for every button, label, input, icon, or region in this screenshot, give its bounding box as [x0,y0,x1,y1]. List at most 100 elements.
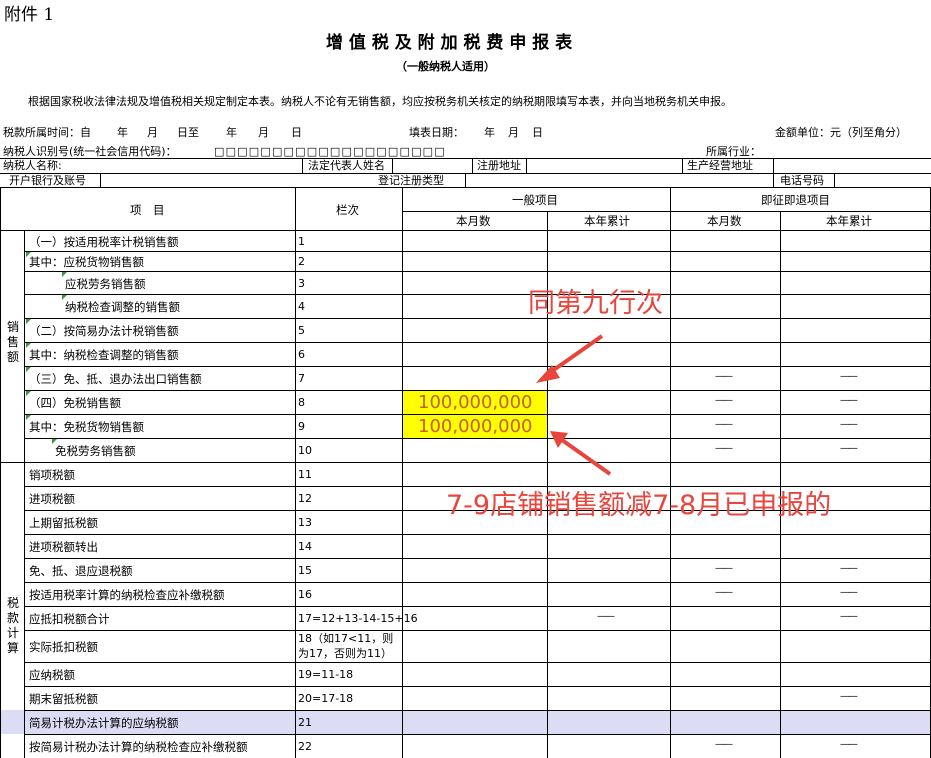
grid-hline [24,462,931,463]
grid-vline [834,173,835,187]
table-row: 销项税额 11 [0,462,931,486]
table-row: （四）免税销售额 8 100,000,000 —— —— [0,390,931,414]
table-row: 其中：应税货物销售额 2 [0,251,931,271]
row-item-label: 进项税额 [29,492,75,506]
table-row: 免、抵、退应退税额 15 —— —— [0,558,931,582]
row-column-number: 8 [298,396,305,409]
grid-vline [392,158,393,173]
period-month2: 月 [258,126,269,139]
row-item-label: 按简易计税办法计算的纳税检查应补缴税额 [29,740,248,754]
na-dash-refund-year: —— [840,739,858,750]
grid-hline [24,606,931,607]
row-column-number: 15 [298,564,312,577]
row-item-label: 应税劳务销售额 [65,277,146,291]
industry-label: 所属行业： [706,145,761,158]
table-row: 期末留抵税额 20=17-18 —— [0,686,931,710]
grid-hline [0,462,24,463]
grid-vline [773,158,774,173]
grid-hline [24,486,931,487]
row-item-label: （三）免、抵、退办法出口销售额 [29,372,202,386]
amount-unit: 金额单位：元（列至角分） [775,126,907,139]
cell-comment-marker [26,252,31,257]
table-row: 应抵扣税额合计 17=12+13-14-15+16 —— —— [0,606,931,630]
row-item-label: （二）按简易办法计税销售额 [29,324,179,338]
table-row: 其中：免税货物销售额 9 100,000,000 —— —— [0,414,931,438]
row-column-number: 14 [298,540,312,553]
table-row: 按适用税率计算的纳税检查应补缴税额 16 —— —— [0,582,931,606]
row-item-label: （一）按适用税率计税销售额 [29,235,179,249]
na-dash-refund-month: —— [715,739,733,750]
header-general: 一般项目 [512,193,558,207]
row-item-label: 应抵扣税额合计 [29,612,110,626]
cell-comment-marker [26,391,31,396]
row-column-number: 3 [298,277,305,290]
na-dash-refund-year: —— [840,611,858,622]
row-column-number: 7 [298,372,305,385]
na-dash-refund-month: —— [715,419,733,430]
grid-hline [24,630,931,631]
grid-hline [24,271,931,272]
row-item-label: 销项税额 [29,468,75,482]
period-year1: 年 [117,126,128,139]
table-row: 其中：纳税检查调整的销售额 6 [0,342,931,366]
reg-address-label: 注册地址 [477,159,521,172]
header-general-month: 本月数 [456,214,491,228]
na-dash-refund-month: —— [715,371,733,382]
row-item-label: 进项税额转出 [29,540,98,554]
grid-hline [24,294,931,295]
row-column-number: 18（如17<11，则为17，否则为11） [298,632,394,660]
taxpayer-id-boxes[interactable]: □□□□□□□□□□□□□□□□□□□□ [214,145,446,158]
header-refund-month: 本月数 [707,214,742,228]
cell-comment-marker [26,415,31,420]
row-column-number: 12 [298,492,312,505]
cell-comment-marker [62,272,67,277]
na-dash-refund-month: —— [715,443,733,454]
grid-hline [24,710,931,711]
bank-account-label: 开户银行及账号 [9,174,86,187]
row-column-number: 20=17-18 [298,692,354,705]
fill-date-day: 日 [532,126,543,139]
na-dash-refund-year: —— [840,691,858,702]
row-item-label: 其中：应税货物销售额 [29,255,144,269]
grid-vline [100,173,101,187]
taxpayer-id-label: 纳税人识别号(统一社会信用代码)： [3,145,177,158]
row-item-label: 其中：纳税检查调整的销售额 [29,348,179,362]
header-refund-year: 本年累计 [826,214,872,228]
grid-hline [24,414,931,415]
phone-label: 电话号码 [780,174,824,187]
grid-vline [0,187,1,758]
cell-comment-marker [62,295,67,300]
row-item-label: 按适用税率计算的纳税检查应补缴税额 [29,588,225,602]
general-month-value[interactable]: 100,000,000 [418,417,533,437]
na-dash-refund-year: —— [840,443,858,454]
grid-hline [24,558,931,559]
reg-type-label: 登记注册类型 [378,174,444,187]
na-dash-refund-month: —— [715,587,733,598]
row-item-label: （四）免税销售额 [29,396,121,410]
row-column-number: 4 [298,300,305,313]
grid-hline [24,251,931,252]
grid-vline [302,158,303,173]
table-row: （二）按简易办法计税销售额 5 [0,318,931,342]
cell-comment-marker [52,439,57,444]
grid-hline [0,187,931,188]
cell-comment-marker [26,343,31,348]
period-day1: 日至 [177,126,199,139]
row-column-number: 9 [298,420,305,433]
cell-comment-marker [26,367,31,372]
grid-vline [295,187,296,758]
general-month-value[interactable]: 100,000,000 [418,393,533,413]
form-title: 增 值 税 及 附 加 税 费 申 报 表 [326,33,573,53]
header-column: 栏次 [336,203,359,217]
fill-date-label: 填表日期： [409,126,464,139]
row-item-label: 实际抵扣税额 [29,640,98,654]
row-item-label: 免、抵、退应退税额 [29,564,133,578]
grid-hline [402,211,931,212]
period-day2: 日 [291,126,302,139]
table-row: 纳税检查调整的销售额 4 [0,294,931,318]
grid-hline [24,662,931,663]
grid-hline [24,390,931,391]
period-label: 税款所属时间：自 [3,126,91,139]
grid-hline [24,366,931,367]
attachment-label: 附件 1 [4,5,55,25]
